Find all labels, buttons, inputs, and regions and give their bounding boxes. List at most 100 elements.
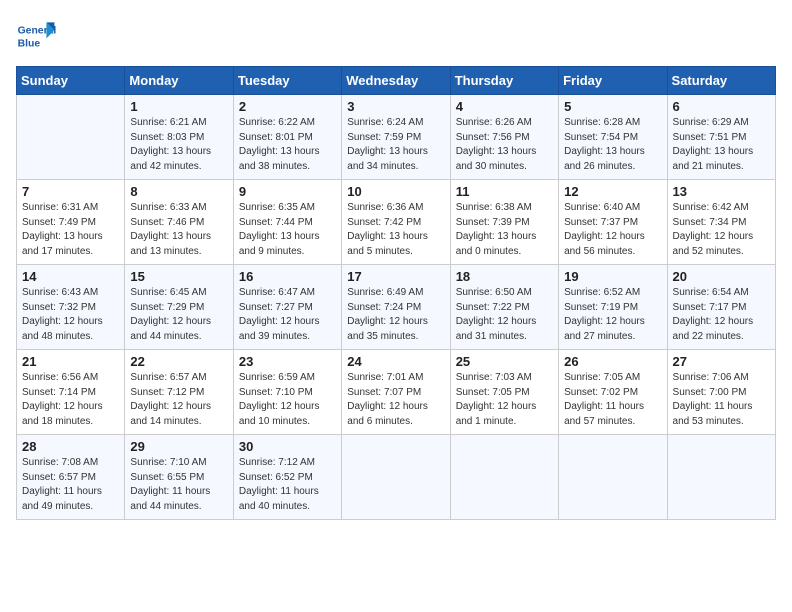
day-info: Sunrise: 7:03 AM Sunset: 7:05 PM Dayligh… [456,371,553,429]
calendar-cell: 14 Sunrise: 6:43 AM Sunset: 7:32 PM Dayli… [17,265,125,350]
day-number: 10 [347,184,444,199]
day-info: Sunrise: 6:59 AM Sunset: 7:10 PM Dayligh… [239,371,336,429]
day-info: Sunrise: 7:08 AM Sunset: 6:57 PM Dayligh… [22,456,119,514]
day-info: Sunrise: 7:12 AM Sunset: 6:52 PM Dayligh… [239,456,336,514]
day-number: 28 [22,439,119,454]
day-number: 1 [130,99,227,114]
day-info: Sunrise: 6:42 AM Sunset: 7:34 PM Dayligh… [673,201,770,259]
day-info: Sunrise: 6:43 AM Sunset: 7:32 PM Dayligh… [22,286,119,344]
day-number: 21 [22,354,119,369]
day-number: 17 [347,269,444,284]
calendar-cell: 11 Sunrise: 6:38 AM Sunset: 7:39 PM Dayli… [450,180,558,265]
calendar-cell: 21 Sunrise: 6:56 AM Sunset: 7:14 PM Dayli… [17,350,125,435]
calendar-cell: 23 Sunrise: 6:59 AM Sunset: 7:10 PM Dayli… [233,350,341,435]
calendar-cell: 18 Sunrise: 6:50 AM Sunset: 7:22 PM Dayli… [450,265,558,350]
day-number: 11 [456,184,553,199]
logo: General Blue [16,16,60,56]
day-number: 24 [347,354,444,369]
calendar-cell: 16Sunrise: 6:47 AM Sunset: 7:27 PM Dayli… [233,265,341,350]
day-info: Sunrise: 6:21 AM Sunset: 8:03 PM Dayligh… [130,116,227,174]
calendar-cell: 29 Sunrise: 7:10 AM Sunset: 6:55 PM Dayli… [125,435,233,520]
calendar-cell: 30 Sunrise: 7:12 AM Sunset: 6:52 PM Dayli… [233,435,341,520]
page-header: General Blue [16,16,776,56]
calendar-cell: 1 Sunrise: 6:21 AM Sunset: 8:03 PM Daylig… [125,95,233,180]
day-info: Sunrise: 6:31 AM Sunset: 7:49 PM Dayligh… [22,201,119,259]
calendar-cell [17,95,125,180]
day-number: 7 [22,184,119,199]
day-number: 2 [239,99,336,114]
day-number: 25 [456,354,553,369]
day-number: 6 [673,99,770,114]
calendar-cell: 10 Sunrise: 6:36 AM Sunset: 7:42 PM Dayli… [342,180,450,265]
day-number: 23 [239,354,336,369]
day-info: Sunrise: 6:56 AM Sunset: 7:14 PM Dayligh… [22,371,119,429]
day-number: 29 [130,439,227,454]
day-number: 19 [564,269,661,284]
calendar-cell: 28 Sunrise: 7:08 AM Sunset: 6:57 PM Dayli… [17,435,125,520]
calendar-cell: 15 Sunrise: 6:45 AM Sunset: 7:29 PM Dayli… [125,265,233,350]
day-number: 15 [130,269,227,284]
weekday-header-friday: Friday [559,67,667,95]
calendar-cell [559,435,667,520]
day-number: 20 [673,269,770,284]
day-info: Sunrise: 6:38 AM Sunset: 7:39 PM Dayligh… [456,201,553,259]
calendar-cell: 4Sunrise: 6:26 AM Sunset: 7:56 PM Daylig… [450,95,558,180]
day-info: Sunrise: 6:36 AM Sunset: 7:42 PM Dayligh… [347,201,444,259]
day-info: Sunrise: 6:50 AM Sunset: 7:22 PM Dayligh… [456,286,553,344]
svg-text:Blue: Blue [18,38,41,49]
calendar-cell: 8 Sunrise: 6:33 AM Sunset: 7:46 PM Daylig… [125,180,233,265]
calendar-cell: 12Sunrise: 6:40 AM Sunset: 7:37 PM Dayli… [559,180,667,265]
calendar-cell: 20Sunrise: 6:54 AM Sunset: 7:17 PM Dayli… [667,265,775,350]
day-info: Sunrise: 6:45 AM Sunset: 7:29 PM Dayligh… [130,286,227,344]
calendar-cell [667,435,775,520]
calendar-week-4: 21 Sunrise: 6:56 AM Sunset: 7:14 PM Dayli… [17,350,776,435]
day-number: 18 [456,269,553,284]
calendar-cell: 6 Sunrise: 6:29 AM Sunset: 7:51 PM Daylig… [667,95,775,180]
day-number: 13 [673,184,770,199]
weekday-header-thursday: Thursday [450,67,558,95]
weekday-header-tuesday: Tuesday [233,67,341,95]
calendar-cell: 13 Sunrise: 6:42 AM Sunset: 7:34 PM Dayli… [667,180,775,265]
day-info: Sunrise: 7:01 AM Sunset: 7:07 PM Dayligh… [347,371,444,429]
day-number: 9 [239,184,336,199]
calendar-cell: 17 Sunrise: 6:49 AM Sunset: 7:24 PM Dayli… [342,265,450,350]
day-number: 14 [22,269,119,284]
calendar-cell: 3 Sunrise: 6:24 AM Sunset: 7:59 PM Daylig… [342,95,450,180]
day-number: 12 [564,184,661,199]
calendar-cell: 19Sunrise: 6:52 AM Sunset: 7:19 PM Dayli… [559,265,667,350]
calendar-cell: 2 Sunrise: 6:22 AM Sunset: 8:01 PM Daylig… [233,95,341,180]
weekday-header-wednesday: Wednesday [342,67,450,95]
day-info: Sunrise: 7:06 AM Sunset: 7:00 PM Dayligh… [673,371,770,429]
weekday-header-row: SundayMondayTuesdayWednesdayThursdayFrid… [17,67,776,95]
day-info: Sunrise: 6:57 AM Sunset: 7:12 PM Dayligh… [130,371,227,429]
calendar-cell: 7 Sunrise: 6:31 AM Sunset: 7:49 PM Daylig… [17,180,125,265]
day-number: 30 [239,439,336,454]
calendar-cell: 24 Sunrise: 7:01 AM Sunset: 7:07 PM Dayli… [342,350,450,435]
calendar-week-5: 28 Sunrise: 7:08 AM Sunset: 6:57 PM Dayli… [17,435,776,520]
day-number: 3 [347,99,444,114]
day-info: Sunrise: 6:47 AM Sunset: 7:27 PM Dayligh… [239,286,336,344]
calendar-cell: 26Sunrise: 7:05 AM Sunset: 7:02 PM Dayli… [559,350,667,435]
day-info: Sunrise: 6:22 AM Sunset: 8:01 PM Dayligh… [239,116,336,174]
day-info: Sunrise: 7:10 AM Sunset: 6:55 PM Dayligh… [130,456,227,514]
weekday-header-saturday: Saturday [667,67,775,95]
calendar-cell [342,435,450,520]
day-info: Sunrise: 6:35 AM Sunset: 7:44 PM Dayligh… [239,201,336,259]
calendar-cell [450,435,558,520]
day-info: Sunrise: 6:29 AM Sunset: 7:51 PM Dayligh… [673,116,770,174]
day-info: Sunrise: 6:28 AM Sunset: 7:54 PM Dayligh… [564,116,661,174]
day-info: Sunrise: 6:33 AM Sunset: 7:46 PM Dayligh… [130,201,227,259]
day-number: 8 [130,184,227,199]
calendar-cell: 27 Sunrise: 7:06 AM Sunset: 7:00 PM Dayli… [667,350,775,435]
calendar-week-2: 7 Sunrise: 6:31 AM Sunset: 7:49 PM Daylig… [17,180,776,265]
day-info: Sunrise: 6:26 AM Sunset: 7:56 PM Dayligh… [456,116,553,174]
day-number: 27 [673,354,770,369]
day-number: 22 [130,354,227,369]
calendar-week-1: 1 Sunrise: 6:21 AM Sunset: 8:03 PM Daylig… [17,95,776,180]
day-info: Sunrise: 6:24 AM Sunset: 7:59 PM Dayligh… [347,116,444,174]
calendar-cell: 25 Sunrise: 7:03 AM Sunset: 7:05 PM Dayli… [450,350,558,435]
weekday-header-monday: Monday [125,67,233,95]
day-number: 26 [564,354,661,369]
calendar-week-3: 14 Sunrise: 6:43 AM Sunset: 7:32 PM Dayli… [17,265,776,350]
day-info: Sunrise: 6:49 AM Sunset: 7:24 PM Dayligh… [347,286,444,344]
